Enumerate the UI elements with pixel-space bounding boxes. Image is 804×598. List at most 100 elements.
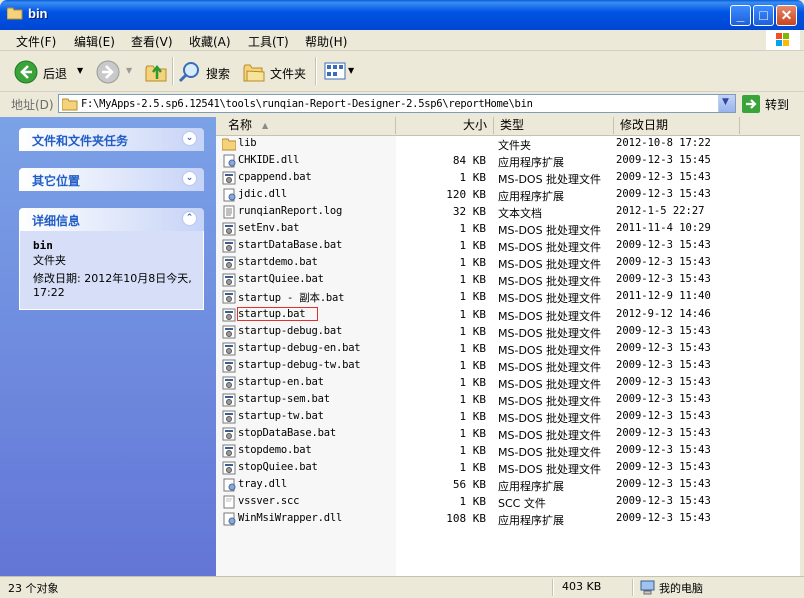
column-header-modified[interactable]: 修改日期 [614,117,740,134]
dll-icon [223,154,236,168]
file-row[interactable]: startup-debug-tw.bat 1 KB MS-DOS 批处理文件 2009… [216,358,800,375]
menu-file[interactable]: 文件(F) [16,33,56,50]
file-row[interactable]: startup-sem.bat 1 KB MS-DOS 批处理文件 2009-12-3… [216,392,800,409]
forward-button[interactable]: ▼ [94,57,138,85]
bat-icon [222,325,236,339]
file-list[interactable]: 名称 ▲ 大小 类型 修改日期 lib 文件夹 2012-10-8 17:22 CHK… [216,117,800,576]
file-row[interactable]: jdic.dll 120 KB 应用程序扩展 2009-12-3 15:43 [216,187,800,204]
file-modified: 2012-1-5 22:27 [616,205,705,218]
folder-icon [7,7,23,20]
title-bar[interactable]: bin _ □ ✕ [0,0,804,30]
maximize-icon: □ [759,7,768,23]
file-size: 1 KB [459,324,487,338]
address-label: 地址(D) [11,98,54,112]
address-path: F:\MyApps-2.5.sp6.12541\tools\runqian-Re… [81,98,533,110]
file-name: startup-debug.bat [238,324,343,337]
details-panel: 详细信息 ⌃ bin 文件夹 修改日期: 2012年10月8日今天, 17:22 [19,208,204,310]
file-row[interactable]: WinMsiWrapper.dll 108 KB 应用程序扩展 2009-12-3 1… [216,511,800,528]
expand-chevron-icon[interactable]: ⌄ [182,131,197,146]
column-header-size[interactable]: 大小 [396,117,494,134]
search-button[interactable]: 搜索 [178,57,236,85]
status-bar: 23 个对象 403 KB 我的电脑 [0,576,804,598]
file-row[interactable]: stopDataBase.bat 1 KB MS-DOS 批处理文件 2009-12-… [216,426,800,443]
menu-tools[interactable]: 工具(T) [248,33,289,50]
file-row[interactable]: startup - 副本.bat 1 KB MS-DOS 批处理文件 2011-12-… [216,289,800,306]
go-button[interactable]: 转到 [742,94,800,114]
file-row[interactable]: CHKIDE.dll 84 KB 应用程序扩展 2009-12-3 15:45 [216,153,800,170]
views-dropdown-icon[interactable]: ▼ [348,66,354,75]
collapse-chevron-icon[interactable]: ⌃ [182,211,197,226]
bat-icon [222,273,236,287]
file-name: startup-tw.bat [238,409,324,422]
file-type: MS-DOS 批处理文件 [498,343,602,357]
other-places-header[interactable]: 其它位置 ⌄ [19,168,204,191]
file-row[interactable]: startDataBase.bat 1 KB MS-DOS 批处理文件 2009-12… [216,238,800,255]
file-row[interactable]: vssver.scc 1 KB SCC 文件 2009-12-3 15:43 [216,494,800,511]
menu-edit[interactable]: 编辑(E) [74,33,115,50]
views-button[interactable]: ▼ [322,57,358,85]
file-row[interactable]: startup-en.bat 1 KB MS-DOS 批处理文件 2009-12-3 … [216,375,800,392]
file-row[interactable]: runqianReport.log 32 KB 文本文档 2012-1-5 22:27 [216,204,800,221]
close-button[interactable]: ✕ [776,5,797,26]
generic-file-icon [223,495,235,509]
column-header-filler [740,117,800,134]
file-name: startDataBase.bat [238,239,343,252]
column-header-name[interactable]: 名称 ▲ [216,117,396,134]
file-size: 120 KB [446,188,486,202]
file-name: cpappend.bat [238,171,312,184]
file-row[interactable]: setEnv.bat 1 KB MS-DOS 批处理文件 2011-11-4 10:2… [216,221,800,238]
file-size: 1 KB [459,290,487,304]
file-name: startup-sem.bat [238,392,330,405]
forward-dropdown-icon[interactable]: ▼ [126,66,132,75]
file-row[interactable]: startQuiee.bat 1 KB MS-DOS 批处理文件 2009-12-3 … [216,272,800,289]
column-modified-label: 修改日期 [620,118,669,132]
file-row[interactable]: startup-debug.bat 1 KB MS-DOS 批处理文件 2009-12… [216,324,800,341]
details-header[interactable]: 详细信息 ⌃ [19,208,204,231]
menu-favorites[interactable]: 收藏(A) [189,33,231,50]
back-dropdown-icon[interactable]: ▼ [77,66,83,75]
minimize-button[interactable]: _ [730,5,751,26]
menu-view[interactable]: 查看(V) [131,33,173,50]
bat-icon [222,393,236,407]
address-dropdown-button[interactable]: ▼ [718,95,735,112]
file-row[interactable]: lib 文件夹 2012-10-8 17:22 [216,136,800,153]
file-type: 应用程序扩展 [498,514,564,528]
maximize-button[interactable]: □ [753,5,774,26]
minimize-icon: _ [736,7,745,23]
file-modified: 2009-12-3 15:43 [616,392,711,405]
column-header-type[interactable]: 类型 [494,117,614,134]
search-label: 搜索 [206,67,231,81]
file-name: lib [238,137,257,149]
file-row[interactable]: startup.bat 1 KB MS-DOS 批处理文件 2012-9-12 14:… [216,306,800,324]
file-row[interactable]: startup-tw.bat 1 KB MS-DOS 批处理文件 2009-12-3 … [216,409,800,426]
file-name: stopDataBase.bat [238,426,336,439]
file-row[interactable]: startup-debug-en.bat 1 KB MS-DOS 批处理文件 2009… [216,341,800,358]
file-row[interactable]: startdemo.bat 1 KB MS-DOS 批处理文件 2009-12-3 1… [216,255,800,272]
file-row[interactable]: stopdemo.bat 1 KB MS-DOS 批处理文件 2009-12-3 15… [216,443,800,460]
file-modified: 2009-12-3 15:43 [616,478,711,490]
file-type: MS-DOS 批处理文件 [498,326,602,340]
expand-chevron-icon[interactable]: ⌄ [182,171,197,186]
folders-button[interactable]: 文件夹 [242,57,310,85]
back-button[interactable]: 后退 ▼ [10,57,90,85]
explorer-window: bin _ □ ✕ 文件(F) 编辑(E) 查看(V) 收藏(A) 工具(T) … [0,0,804,598]
details-type: 文件夹 [33,254,66,267]
search-icon [178,62,199,83]
file-row[interactable]: tray.dll 56 KB 应用程序扩展 2009-12-3 15:43 [216,477,800,494]
file-modified: 2009-12-3 15:43 [616,324,711,337]
file-modified: 2009-12-3 15:43 [616,273,711,286]
up-folder-button[interactable] [142,57,170,85]
file-name: jdic.dll [238,188,287,201]
file-type: MS-DOS 批处理文件 [498,377,602,391]
file-tasks-header[interactable]: 文件和文件夹任务 ⌄ [19,128,204,151]
address-input[interactable]: F:\MyApps-2.5.sp6.12541\tools\runqian-Re… [58,94,736,113]
file-row[interactable]: stopQuiee.bat 1 KB MS-DOS 批处理文件 2009-12-3 1… [216,460,800,477]
file-row[interactable]: cpappend.bat 1 KB MS-DOS 批处理文件 2009-12-3 15… [216,170,800,187]
my-computer-icon [640,580,655,595]
menu-help[interactable]: 帮助(H) [305,33,347,50]
folders-icon [243,64,265,82]
file-modified: 2009-12-3 15:43 [616,256,711,269]
file-type: 应用程序扩展 [498,480,564,493]
file-size: 1 KB [459,307,487,321]
file-name: vssver.scc [238,495,300,508]
